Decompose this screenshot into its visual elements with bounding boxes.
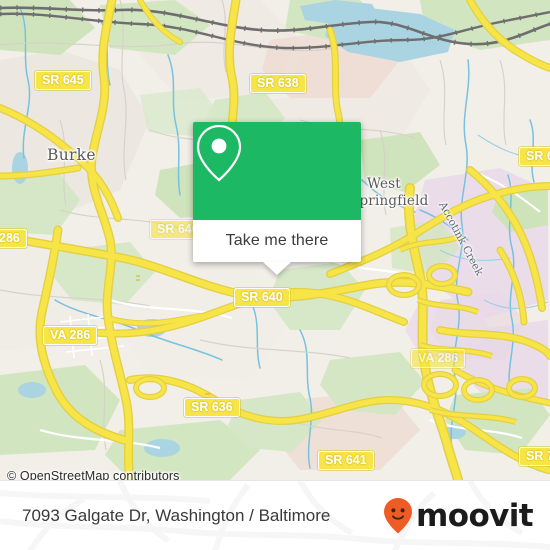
road-shield-sr-6-clipped[interactable]: SR 6 <box>519 147 550 166</box>
location-popup-card[interactable]: Take me there <box>193 122 361 275</box>
road-shield-286-clipped[interactable]: 286 <box>0 229 27 248</box>
map-pin-icon <box>196 124 242 182</box>
road-shield-sr-79-clipped[interactable]: SR 79 <box>519 447 550 466</box>
map-screenshot: Burke West Springfield Accotink Creek SR… <box>0 0 550 550</box>
road-shield-sr-640-lower[interactable]: SR 640 <box>234 288 290 307</box>
map-canvas[interactable]: Burke West Springfield Accotink Creek SR… <box>0 0 550 480</box>
road-shield-sr-645[interactable]: SR 645 <box>35 71 91 90</box>
popup-header <box>193 122 361 220</box>
footer-bar: 7093 Galgate Dr, Washington / Baltimore … <box>0 480 550 550</box>
road-shield-va-286-right[interactable]: VA 286 <box>411 349 466 368</box>
popup-footer[interactable]: Take me there <box>193 220 361 262</box>
place-label-west: West <box>367 176 401 192</box>
address-label: 7093 Galgate Dr, Washington / Baltimore <box>22 506 331 525</box>
moovit-logo[interactable]: moovit <box>383 481 534 550</box>
place-label-springfield: Springfield <box>350 193 429 209</box>
road-shield-sr-638[interactable]: SR 638 <box>250 74 306 93</box>
road-shield-sr-641[interactable]: SR 641 <box>318 451 374 470</box>
moovit-wordmark: moovit <box>416 497 534 534</box>
road-shield-va-286-left[interactable]: VA 286 <box>43 326 98 345</box>
place-label-burke: Burke <box>47 146 96 164</box>
take-me-there-label: Take me there <box>225 232 329 249</box>
popup-tail <box>263 262 291 275</box>
osm-attribution[interactable]: © OpenStreetMap contributors <box>7 469 180 480</box>
moovit-pin-icon <box>384 498 413 534</box>
road-shield-sr-636[interactable]: SR 636 <box>184 398 240 417</box>
